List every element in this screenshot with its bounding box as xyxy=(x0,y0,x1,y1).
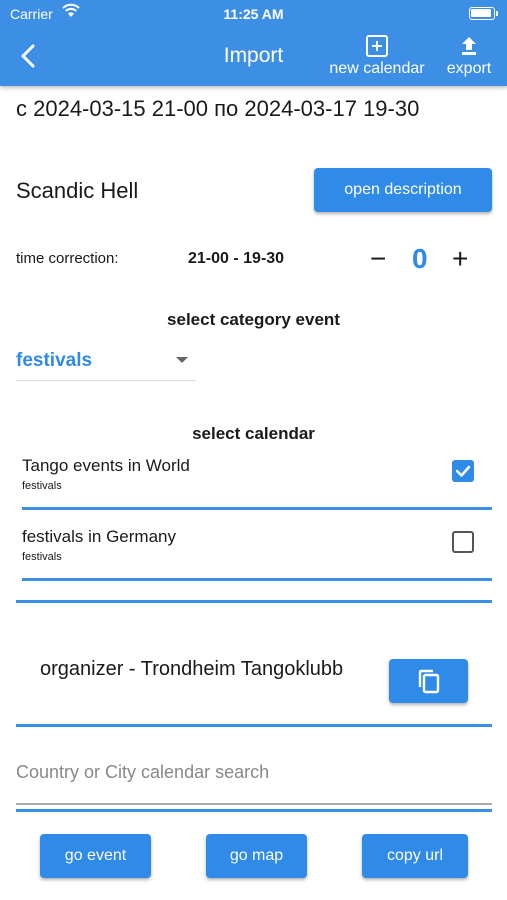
calendar-search xyxy=(16,752,492,805)
calendar-item-name: Tango events in World xyxy=(22,456,190,475)
category-dropdown[interactable]: festivals xyxy=(16,347,196,381)
export-button[interactable]: export xyxy=(438,34,500,78)
decrement-button[interactable]: − xyxy=(370,243,386,275)
event-date-range: с 2024-03-15 21-00 по 2024-03-17 19-30 xyxy=(16,96,420,121)
upload-icon xyxy=(462,37,476,55)
calendar-search-input[interactable] xyxy=(16,752,492,792)
calendar-item-name: festivals in Germany xyxy=(22,527,176,546)
event-name: Scandic Hell xyxy=(16,178,139,203)
calendar-item-category: festivals xyxy=(22,551,62,563)
copy-url-button[interactable]: copy url xyxy=(362,834,468,878)
search-underline xyxy=(16,803,492,805)
time-correction-value: 21-00 - 19-30 xyxy=(188,250,285,267)
calendar-heading: select calendar xyxy=(192,424,315,443)
calendar-item-divider xyxy=(22,578,492,581)
go-event-button[interactable]: go event xyxy=(40,834,151,878)
correction-counter: 0 xyxy=(412,243,428,274)
calendar-item-divider xyxy=(22,507,492,510)
calendar-item[interactable]: Tango events in World festivals xyxy=(22,456,492,506)
new-calendar-label: new calendar xyxy=(329,60,425,77)
time-correction-label: time correction: xyxy=(16,250,119,267)
section-divider xyxy=(16,600,492,603)
checkbox-unchecked[interactable] xyxy=(452,531,474,553)
copy-icon xyxy=(418,669,439,694)
checkbox-checked[interactable] xyxy=(452,460,474,482)
add-box-icon xyxy=(366,35,388,57)
caret-down-icon xyxy=(176,357,188,363)
status-bar: Carrier 11:25 AM xyxy=(0,0,507,28)
check-icon xyxy=(455,465,471,477)
copy-organizer-button[interactable] xyxy=(389,659,468,703)
open-description-button[interactable]: open description xyxy=(314,168,492,212)
section-divider xyxy=(16,724,492,727)
battery-icon xyxy=(469,7,498,20)
app-bar: Carrier 11:25 AM Import new calendar exp… xyxy=(0,0,507,86)
export-label: export xyxy=(446,60,492,77)
calendar-item-category: festivals xyxy=(22,480,62,492)
calendar-item[interactable]: festivals in Germany festivals xyxy=(22,527,492,577)
category-heading: select category event xyxy=(167,310,340,329)
category-selected: festivals xyxy=(16,350,93,371)
increment-button[interactable]: + xyxy=(452,243,468,275)
section-divider xyxy=(16,809,492,812)
go-map-button[interactable]: go map xyxy=(206,834,307,878)
new-calendar-button[interactable]: new calendar xyxy=(322,34,432,78)
organizer-text: organizer - Trondheim Tangoklubb xyxy=(40,658,344,680)
status-time: 11:25 AM xyxy=(223,6,284,22)
